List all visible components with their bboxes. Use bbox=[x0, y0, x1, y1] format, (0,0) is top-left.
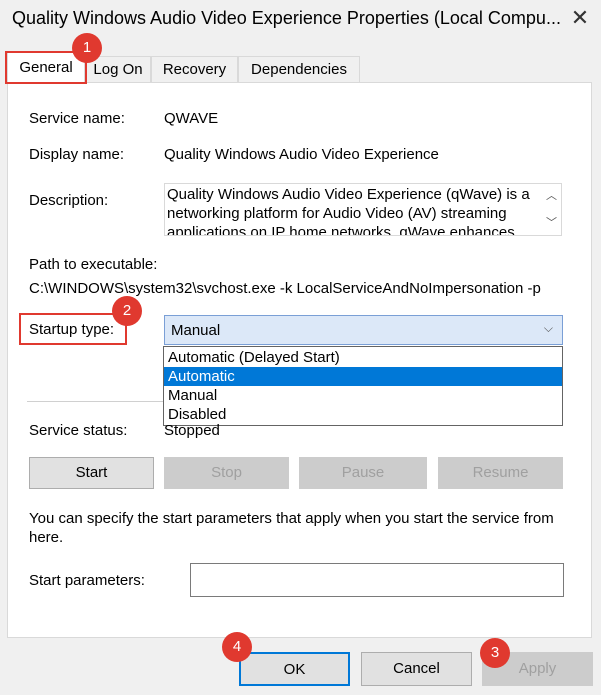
info-text: You can specify the start parameters tha… bbox=[29, 510, 554, 546]
description-text: Quality Windows Audio Video Experience (… bbox=[167, 186, 530, 236]
cancel-button[interactable]: Cancel bbox=[361, 652, 472, 686]
display-name-label: Display name: bbox=[29, 146, 125, 163]
path-label: Path to executable: bbox=[29, 256, 158, 273]
scroll-down-icon[interactable]: ﹀ bbox=[546, 214, 557, 230]
description-scrollbar[interactable]: ︿ ﹀ bbox=[541, 184, 561, 235]
description-box[interactable]: Quality Windows Audio Video Experience (… bbox=[164, 183, 562, 236]
start-button[interactable]: Start bbox=[29, 457, 154, 489]
annotation-badge-2: 2 bbox=[112, 296, 142, 326]
startup-type-select[interactable]: Manual ⌵ bbox=[164, 315, 563, 345]
service-name-label: Service name: bbox=[29, 110, 125, 127]
pause-button[interactable]: Pause bbox=[299, 457, 427, 489]
option-disabled[interactable]: Disabled bbox=[164, 405, 562, 424]
annotation-badge-1: 1 bbox=[72, 33, 102, 63]
close-icon[interactable]: ✕ bbox=[566, 4, 594, 32]
path-value: C:\WINDOWS\system32\svchost.exe -k Local… bbox=[29, 280, 541, 297]
service-name-value: QWAVE bbox=[164, 110, 219, 127]
option-automatic[interactable]: Automatic bbox=[164, 367, 562, 386]
scroll-up-icon[interactable]: ︿ bbox=[546, 187, 557, 203]
start-parameters-input[interactable] bbox=[190, 563, 564, 597]
chevron-down-icon: ⌵ bbox=[543, 321, 553, 335]
service-status-label: Service status: bbox=[29, 422, 128, 439]
startup-type-dropdown: Automatic (Delayed Start) Automatic Manu… bbox=[163, 346, 563, 426]
window-title: Quality Windows Audio Video Experience P… bbox=[12, 8, 561, 28]
resume-button[interactable]: Resume bbox=[438, 457, 563, 489]
tab-dependencies[interactable]: Dependencies bbox=[238, 56, 360, 82]
annotation-box-startup-type bbox=[19, 313, 127, 345]
tab-recovery[interactable]: Recovery bbox=[151, 56, 238, 82]
description-label: Description: bbox=[29, 192, 109, 209]
service-status-value: Stopped bbox=[164, 422, 220, 439]
option-automatic-delayed[interactable]: Automatic (Delayed Start) bbox=[164, 348, 562, 367]
divider bbox=[27, 401, 163, 402]
annotation-badge-3: 3 bbox=[480, 638, 510, 668]
start-parameters-label: Start parameters: bbox=[29, 572, 145, 589]
stop-button[interactable]: Stop bbox=[164, 457, 289, 489]
display-name-value: Quality Windows Audio Video Experience bbox=[164, 146, 439, 163]
ok-button[interactable]: OK bbox=[239, 652, 350, 686]
startup-type-value: Manual bbox=[171, 322, 221, 339]
option-manual[interactable]: Manual bbox=[164, 386, 562, 405]
annotation-badge-4: 4 bbox=[222, 632, 252, 662]
